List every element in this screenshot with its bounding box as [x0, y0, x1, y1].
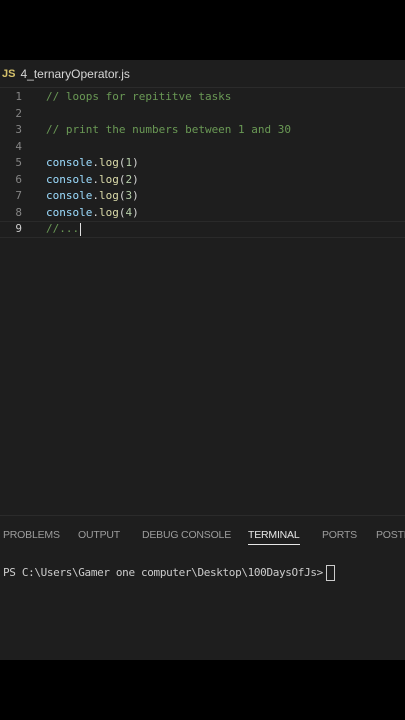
code-line[interactable]: 1 // loops for repititve tasks	[0, 89, 405, 106]
code-line[interactable]: 8 console.log(4)	[0, 205, 405, 222]
code-statement: console.log(2)	[46, 172, 139, 186]
code-editor[interactable]: JS 4_ternaryOperator.js 1 // loops for r…	[0, 60, 405, 515]
line-number: 9	[15, 222, 22, 235]
tab-problems[interactable]: PROBLEMS	[3, 529, 60, 541]
code-line[interactable]: 4	[0, 139, 405, 156]
line-number: 3	[15, 123, 22, 136]
panel-tab-bar: PROBLEMS OUTPUT DEBUG CONSOLE TERMINAL P…	[0, 516, 405, 554]
code-comment-with-cursor: //...	[46, 222, 82, 236]
code-statement: console.log(3)	[46, 189, 139, 202]
terminal-cursor-icon	[325, 565, 335, 581]
editor-tab-bar: JS 4_ternaryOperator.js	[0, 60, 405, 88]
bottom-panel: PROBLEMS OUTPUT DEBUG CONSOLE TERMINAL P…	[0, 515, 405, 661]
code-line[interactable]: 3 // print the numbers between 1 and 30	[0, 122, 405, 139]
tab-postman[interactable]: POSTMAN	[376, 529, 405, 541]
line-number: 7	[15, 189, 22, 202]
tab-terminal[interactable]: TERMINAL	[248, 529, 300, 545]
video-letterbox-bottom	[0, 660, 405, 720]
terminal-prompt: PS C:\Users\Gamer one computer\Desktop\1…	[3, 566, 323, 579]
terminal-prompt-line[interactable]: PS C:\Users\Gamer one computer\Desktop\1…	[3, 565, 335, 581]
tab-output[interactable]: OUTPUT	[78, 529, 120, 541]
line-number: 1	[15, 90, 22, 103]
code-comment: // loops for repititve tasks	[46, 90, 232, 103]
line-number: 4	[15, 139, 22, 153]
editor-tab-filename: 4_ternaryOperator.js	[20, 66, 130, 81]
code-lines[interactable]: 1 // loops for repititve tasks 2 3 // pr…	[0, 89, 405, 238]
code-line[interactable]: 2	[0, 106, 405, 123]
tab-debug-console[interactable]: DEBUG CONSOLE	[142, 529, 231, 541]
code-comment: // print the numbers between 1 and 30	[46, 123, 292, 136]
tab-ports[interactable]: PORTS	[322, 529, 357, 541]
video-letterbox-top	[0, 0, 405, 60]
line-number: 2	[15, 106, 22, 120]
code-statement: console.log(4)	[46, 205, 139, 219]
line-number: 6	[15, 172, 22, 186]
editor-tab[interactable]: JS 4_ternaryOperator.js	[0, 60, 138, 87]
javascript-file-icon: JS	[2, 67, 16, 80]
code-line[interactable]: 6 console.log(2)	[0, 172, 405, 189]
code-line[interactable]: 7 console.log(3)	[0, 188, 405, 205]
line-number: 5	[15, 156, 22, 169]
code-line[interactable]: 5 console.log(1)	[0, 155, 405, 172]
code-line-current[interactable]: 9 //...	[0, 221, 405, 238]
line-number: 8	[15, 205, 22, 219]
text-cursor-icon	[80, 222, 82, 236]
code-statement: console.log(1)	[46, 156, 139, 169]
